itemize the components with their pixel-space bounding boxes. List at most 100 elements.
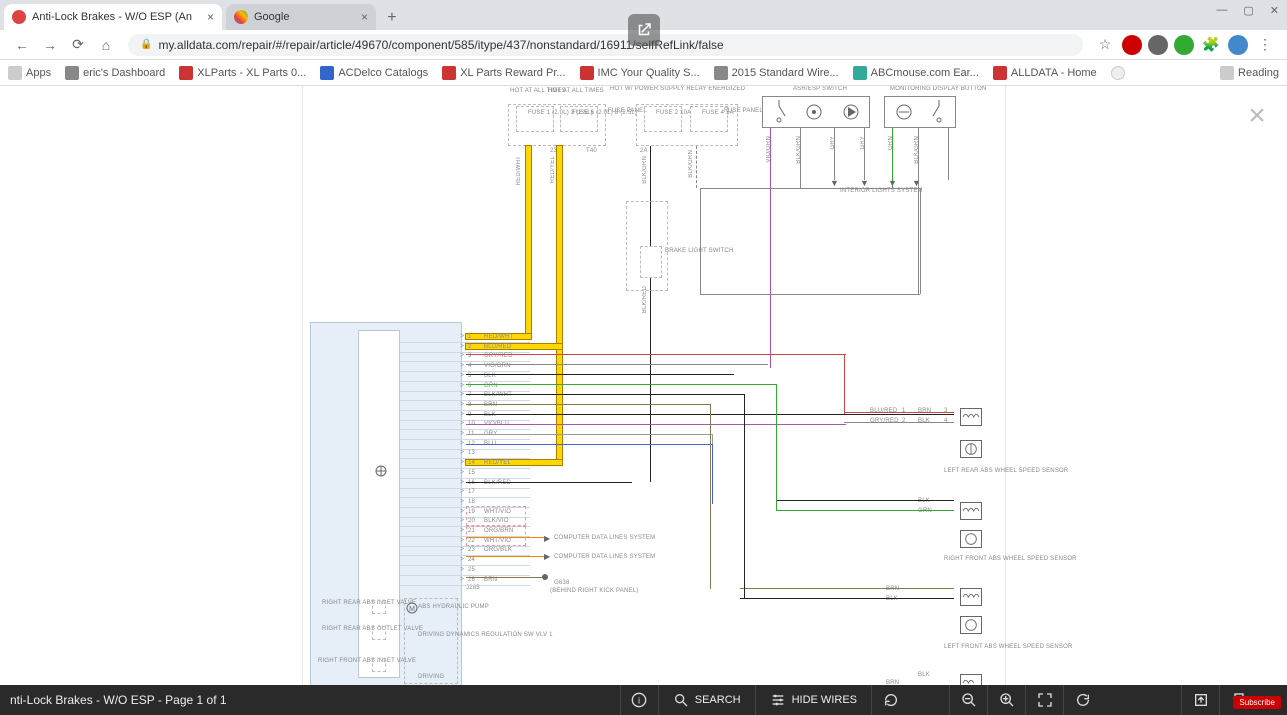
- pin-row: [400, 450, 530, 459]
- connector-id: J285: [466, 585, 480, 591]
- arrow-down-icon: ▼: [830, 178, 839, 188]
- pin-connector-icon: >: [460, 343, 464, 350]
- ground-id: G638: [554, 580, 569, 586]
- puzzle-icon[interactable]: 🧩: [1199, 33, 1223, 57]
- bookmarks-bar: Apps eric's Dashboard XLParts - XL Parts…: [0, 60, 1287, 86]
- favicon: [234, 10, 248, 24]
- highlighted-wire[interactable]: [526, 146, 531, 338]
- bookmark-item[interactable]: XLParts - XL Parts 0...: [179, 66, 306, 80]
- reload-icon[interactable]: ⟳: [66, 33, 90, 57]
- pin-row: [400, 489, 530, 498]
- wire: [466, 424, 846, 425]
- pin-connector-icon: >: [460, 430, 464, 437]
- profile-icon[interactable]: [1228, 35, 1248, 55]
- wire: [776, 510, 954, 511]
- wire-color-label: BLK/GRN: [642, 156, 648, 184]
- globe-icon: [1111, 66, 1125, 80]
- pin-num: 4: [944, 418, 948, 424]
- search-button[interactable]: SEARCH: [658, 685, 755, 715]
- zoom-out-button[interactable]: [949, 685, 987, 715]
- wire: [466, 404, 710, 405]
- wire: [948, 128, 949, 180]
- star-icon[interactable]: ☆: [1093, 33, 1117, 57]
- wire: [710, 404, 711, 589]
- refresh-button[interactable]: [871, 685, 909, 715]
- pin-row: [400, 567, 530, 576]
- wire-color-label: BLK/GRN: [796, 136, 802, 164]
- module-label: RIGHT REAR ABS INLET VALVE: [322, 600, 370, 606]
- maximize-icon[interactable]: ▢: [1243, 4, 1253, 17]
- wiring-diagram[interactable]: HOT AT ALL TIMES HOT AT ALL TIMES HOT W/…: [0, 86, 1287, 685]
- sensor-label: LEFT FRONT ABS WHEEL SPEED SENSOR: [944, 644, 1000, 650]
- valve-box: [372, 658, 386, 672]
- data-lines-label: COMPUTER DATA LINES SYSTEM: [554, 535, 655, 541]
- bookmark-item[interactable]: ALLDATA - Home: [993, 66, 1097, 80]
- pair-box: [466, 526, 526, 546]
- svg-text:i: i: [638, 695, 640, 705]
- wire: [700, 294, 920, 295]
- back-icon[interactable]: ←: [10, 33, 34, 57]
- bookmark-item[interactable]: 2015 Standard Wire...: [714, 66, 839, 80]
- close-window-icon[interactable]: ✕: [1270, 4, 1279, 17]
- reset-button[interactable]: [1063, 685, 1101, 715]
- close-icon[interactable]: ×: [207, 10, 214, 24]
- home-icon[interactable]: ⌂: [94, 33, 118, 57]
- pin-color: ORG/BLK: [484, 547, 512, 553]
- bookmark-item[interactable]: eric's Dashboard: [65, 66, 165, 80]
- url-bar[interactable]: 🔒 my.alldata.com/repair/#/repair/article…: [128, 34, 1083, 56]
- pin-number: 1: [468, 334, 472, 340]
- info-button[interactable]: i: [620, 685, 658, 715]
- tab-active[interactable]: Anti-Lock Brakes - W/O ESP (An ×: [4, 4, 222, 30]
- pin-number: 13: [468, 450, 475, 456]
- bookmark-item[interactable]: [1111, 66, 1129, 80]
- pin-connector-icon: >: [460, 508, 464, 515]
- reading-list-button[interactable]: Reading: [1220, 66, 1279, 80]
- wire-color-label: GRN: [918, 508, 932, 514]
- export-button[interactable]: [1181, 685, 1219, 715]
- wire: [770, 128, 771, 368]
- bookmark-item[interactable]: ACDelco Catalogs: [320, 66, 428, 80]
- wire-color-label: GRY: [860, 136, 866, 150]
- wire: [466, 394, 744, 395]
- bookmark-icon: [580, 66, 594, 80]
- close-overlay-button[interactable]: ×: [1239, 98, 1275, 134]
- youtube-subscribe-overlay[interactable]: Subscribe: [1233, 696, 1281, 709]
- close-icon[interactable]: ×: [361, 10, 368, 24]
- hide-wires-button[interactable]: HIDE WIRES: [755, 685, 871, 715]
- wire: [740, 598, 954, 599]
- bookmark-item[interactable]: IMC Your Quality S...: [580, 66, 700, 80]
- tab-inactive[interactable]: Google ×: [226, 4, 376, 30]
- wire: [466, 556, 544, 557]
- bookmark-item[interactable]: ABCmouse.com Ear...: [853, 66, 979, 80]
- wire: [844, 354, 845, 414]
- module-label: RIGHT REAR ABS OUTLET VALVE: [322, 626, 370, 632]
- highlighted-wire[interactable]: [557, 146, 562, 464]
- zoom-in-button[interactable]: [987, 685, 1025, 715]
- fit-button[interactable]: [1025, 685, 1063, 715]
- brake-area: [626, 201, 668, 291]
- extension-icon[interactable]: [1148, 35, 1168, 55]
- new-tab-button[interactable]: +: [380, 6, 404, 30]
- arrow-right-icon: ▶: [544, 534, 550, 543]
- extension-icon[interactable]: [1174, 35, 1194, 55]
- extension-icon[interactable]: [1122, 35, 1142, 55]
- bookmark-icon: [320, 66, 334, 80]
- pin-connector-icon: >: [460, 382, 464, 389]
- minimize-icon[interactable]: —: [1216, 4, 1227, 17]
- pin-connector-icon: >: [460, 401, 464, 408]
- open-new-tab-overlay[interactable]: [628, 14, 660, 46]
- wire: [650, 278, 651, 482]
- ground-label: (BEHIND RIGHT KICK PANEL): [550, 588, 610, 594]
- hot-label: HOT AT ALL TIMES: [548, 88, 588, 94]
- menu-icon[interactable]: ⋮: [1253, 33, 1277, 57]
- monitor-label: MONITORING DISPLAY BUTTON: [890, 86, 970, 92]
- pin-num: 2: [902, 418, 906, 424]
- bookmark-item[interactable]: XL Parts Reward Pr...: [442, 66, 565, 80]
- forward-icon[interactable]: →: [38, 33, 62, 57]
- wire: [712, 444, 713, 504]
- dynamics-label: DRIVING DYNAMICS REGULATION SW VLV 1: [418, 632, 462, 638]
- wire: [712, 434, 713, 444]
- apps-button[interactable]: Apps: [8, 66, 51, 80]
- pin-connector-icon: >: [460, 440, 464, 447]
- wire: [466, 482, 632, 483]
